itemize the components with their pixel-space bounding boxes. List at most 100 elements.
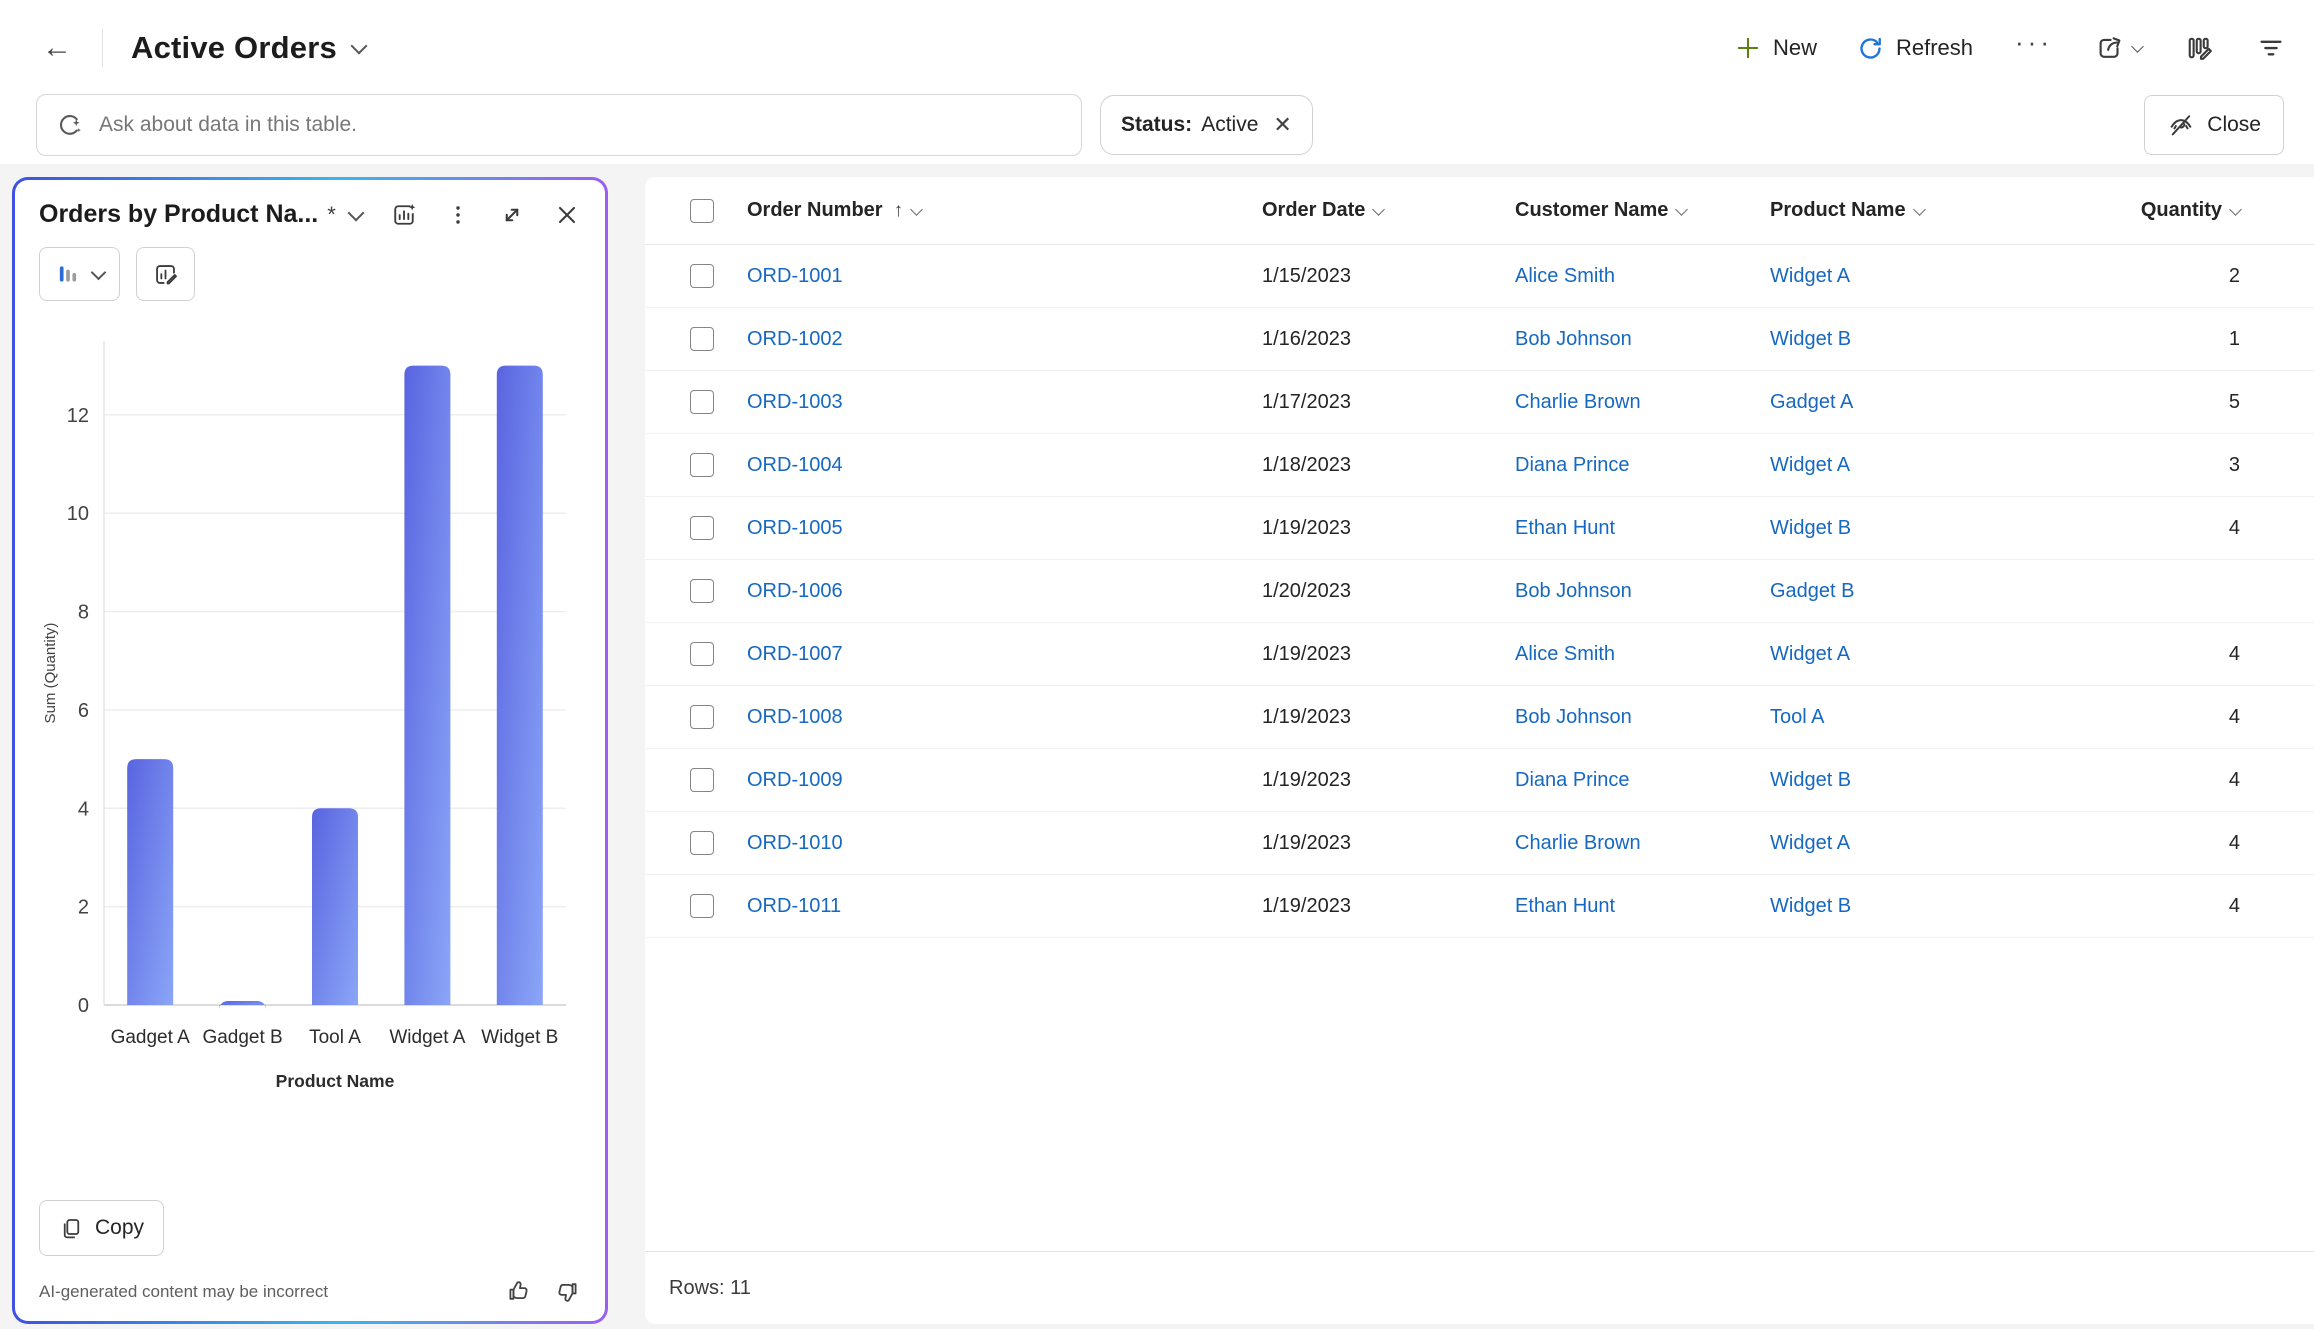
order-number-link[interactable]: ORD-1009	[747, 769, 843, 791]
refresh-button[interactable]: Refresh	[1857, 35, 1973, 62]
customer-name-link[interactable]: Diana Prince	[1515, 769, 1630, 791]
row-checkbox[interactable]	[690, 642, 714, 666]
svg-text:Widget B: Widget B	[481, 1027, 558, 1048]
customer-name-link[interactable]: Charlie Brown	[1515, 832, 1641, 854]
chart-insights-icon[interactable]	[390, 201, 418, 229]
copilot-search-box[interactable]	[36, 94, 1082, 156]
customer-name-link[interactable]: Ethan Hunt	[1515, 517, 1615, 539]
product-name-link[interactable]: Widget A	[1770, 454, 1850, 476]
customer-name-link[interactable]: Alice Smith	[1515, 265, 1615, 287]
column-header-order-number[interactable]: Order Number ↑	[747, 199, 1262, 222]
product-name-link[interactable]: Gadget B	[1770, 580, 1855, 602]
row-checkbox[interactable]	[690, 390, 714, 414]
command-bar: ← Active Orders New Refresh ···	[0, 0, 2314, 88]
edit-chart-button[interactable]	[136, 247, 195, 301]
back-button[interactable]: ←	[42, 33, 72, 63]
status-filter-chip[interactable]: Status: Active ✕	[1100, 95, 1313, 155]
product-name-link[interactable]: Widget A	[1770, 832, 1850, 854]
product-name-link[interactable]: Gadget A	[1770, 391, 1853, 413]
quantity-cell: 4	[2228, 894, 2240, 917]
filter-button[interactable]	[2256, 33, 2286, 63]
column-chevron-icon	[910, 202, 923, 216]
order-date-cell: 1/18/2023	[1262, 453, 1351, 476]
svg-text:Sum (Quantity): Sum (Quantity)	[42, 623, 59, 724]
order-date-cell: 1/17/2023	[1262, 390, 1351, 413]
row-checkbox[interactable]	[690, 831, 714, 855]
more-options-icon[interactable]	[445, 202, 471, 228]
order-number-link[interactable]: ORD-1010	[747, 832, 843, 854]
edit-columns-button[interactable]	[2184, 33, 2214, 63]
chart-type-dropdown[interactable]	[39, 247, 120, 301]
product-name-link[interactable]: Tool A	[1770, 706, 1824, 728]
order-number-link[interactable]: ORD-1002	[747, 328, 843, 350]
data-grid: Order Number ↑ Order Date Customer Name …	[645, 177, 2314, 1324]
copilot-chart-card: Orders by Product Na... * 0 2 4 6 8 10 1…	[12, 177, 608, 1324]
copy-button[interactable]: Copy	[39, 1200, 165, 1256]
chart-type-chevron-icon	[90, 264, 107, 280]
customer-name-link[interactable]: Alice Smith	[1515, 643, 1615, 665]
row-checkbox[interactable]	[690, 894, 714, 918]
copy-icon	[63, 1218, 80, 1238]
product-name-link[interactable]: Widget B	[1770, 895, 1851, 917]
expand-icon[interactable]	[498, 201, 526, 229]
search-input[interactable]	[97, 112, 1063, 138]
bar-widget-a	[404, 365, 451, 1005]
remove-filter-icon[interactable]: ✕	[1273, 112, 1291, 138]
more-commands-button[interactable]: ···	[2015, 29, 2053, 59]
quantity-cell: 4	[2228, 642, 2240, 665]
chart-toolbar	[39, 247, 581, 301]
order-date-cell: 1/16/2023	[1262, 327, 1351, 350]
product-name-link[interactable]: Widget B	[1770, 517, 1851, 539]
column-header-quantity[interactable]: Quantity	[2100, 199, 2242, 222]
chart-title-chevron-icon[interactable]	[347, 204, 365, 222]
select-all-checkbox[interactable]	[690, 198, 714, 223]
row-checkbox[interactable]	[690, 579, 714, 603]
bar-chart-type-icon	[59, 266, 77, 282]
column-header-product-name[interactable]: Product Name	[1770, 199, 2100, 222]
column-header-order-date[interactable]: Order Date	[1262, 199, 1515, 222]
row-count: Rows: 11	[669, 1276, 751, 1299]
order-number-link[interactable]: ORD-1003	[747, 391, 843, 413]
column-chevron-icon	[1372, 202, 1386, 216]
order-number-link[interactable]: ORD-1004	[747, 454, 843, 476]
row-checkbox[interactable]	[690, 453, 714, 477]
filter-icon	[2260, 40, 2282, 56]
thumbs-down-icon[interactable]	[554, 1278, 581, 1305]
plus-icon	[1737, 37, 1759, 59]
customer-name-link[interactable]: Bob Johnson	[1515, 328, 1632, 350]
order-number-link[interactable]: ORD-1006	[747, 580, 843, 602]
customer-name-link[interactable]: Diana Prince	[1515, 454, 1630, 476]
order-number-link[interactable]: ORD-1008	[747, 706, 843, 728]
table-row: ORD-1002 1/16/2023 Bob Johnson Widget B 1	[645, 308, 2314, 371]
svg-text:8: 8	[78, 602, 89, 624]
order-date-cell: 1/15/2023	[1262, 264, 1351, 287]
sort-ascending-icon: ↑	[893, 199, 904, 221]
bar-tool-a	[312, 808, 358, 1005]
customer-name-link[interactable]: Bob Johnson	[1515, 580, 1632, 602]
order-number-link[interactable]: ORD-1001	[747, 265, 843, 287]
product-name-link[interactable]: Widget B	[1770, 769, 1851, 791]
product-name-link[interactable]: Widget A	[1770, 265, 1850, 287]
view-selector-chevron-icon[interactable]	[350, 37, 368, 55]
table-row: ORD-1006 1/20/2023 Bob Johnson Gadget B	[645, 560, 2314, 623]
close-card-icon[interactable]	[553, 201, 581, 229]
row-checkbox[interactable]	[690, 516, 714, 540]
order-number-link[interactable]: ORD-1011	[747, 895, 841, 917]
customer-name-link[interactable]: Charlie Brown	[1515, 391, 1641, 413]
customer-name-link[interactable]: Ethan Hunt	[1515, 895, 1615, 917]
column-header-customer-name[interactable]: Customer Name	[1515, 199, 1770, 222]
row-checkbox[interactable]	[690, 264, 714, 288]
close-button[interactable]: Close	[2144, 95, 2284, 155]
order-number-link[interactable]: ORD-1007	[747, 643, 843, 665]
order-number-link[interactable]: ORD-1005	[747, 517, 843, 539]
share-button[interactable]	[2095, 33, 2144, 63]
thumbs-up-icon[interactable]	[505, 1278, 532, 1305]
new-button[interactable]: New	[1735, 35, 1817, 61]
row-checkbox[interactable]	[690, 705, 714, 729]
product-name-link[interactable]: Widget B	[1770, 328, 1851, 350]
customer-name-link[interactable]: Bob Johnson	[1515, 706, 1632, 728]
row-checkbox[interactable]	[690, 327, 714, 351]
refresh-button-label: Refresh	[1895, 35, 1974, 60]
product-name-link[interactable]: Widget A	[1770, 643, 1850, 665]
row-checkbox[interactable]	[690, 768, 714, 792]
